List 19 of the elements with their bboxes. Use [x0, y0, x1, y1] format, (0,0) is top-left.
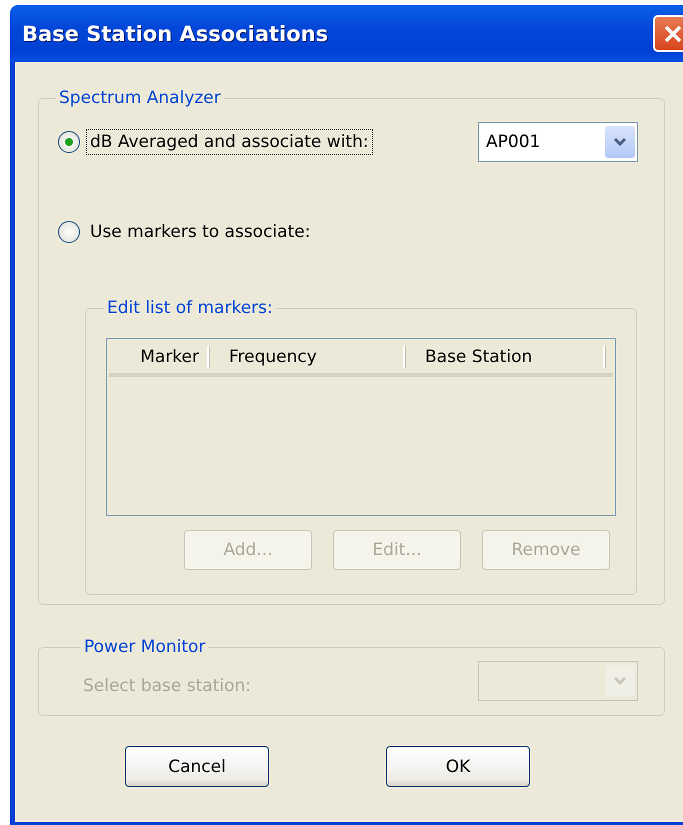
- column-header[interactable]: Frequency: [209, 346, 405, 368]
- radio-button[interactable]: [58, 221, 80, 243]
- window-title: Base Station Associations: [22, 22, 328, 46]
- close-button[interactable]: [653, 15, 683, 52]
- chevron-down-icon: [613, 676, 627, 686]
- group-label: Power Monitor: [83, 637, 206, 657]
- column-header[interactable]: Base Station: [405, 346, 605, 368]
- dialog-button[interactable]: OK: [386, 746, 530, 787]
- markers-list[interactable]: Marker Frequency Base Station: [106, 338, 616, 516]
- group-label: Spectrum Analyzer: [58, 88, 222, 108]
- radio-label[interactable]: dB Averaged and associate with:: [86, 129, 373, 155]
- field-label: Select base station:: [83, 676, 252, 696]
- chevron-down-icon: [613, 137, 627, 147]
- radio-button[interactable]: [58, 131, 80, 153]
- radio-label[interactable]: Use markers to associate:: [86, 219, 314, 245]
- column-header[interactable]: Marker: [109, 346, 209, 368]
- base-station-dropdown[interactable]: AP001: [478, 122, 638, 162]
- group-label: Edit list of markers:: [106, 298, 274, 318]
- dialog-button[interactable]: Cancel: [125, 746, 269, 787]
